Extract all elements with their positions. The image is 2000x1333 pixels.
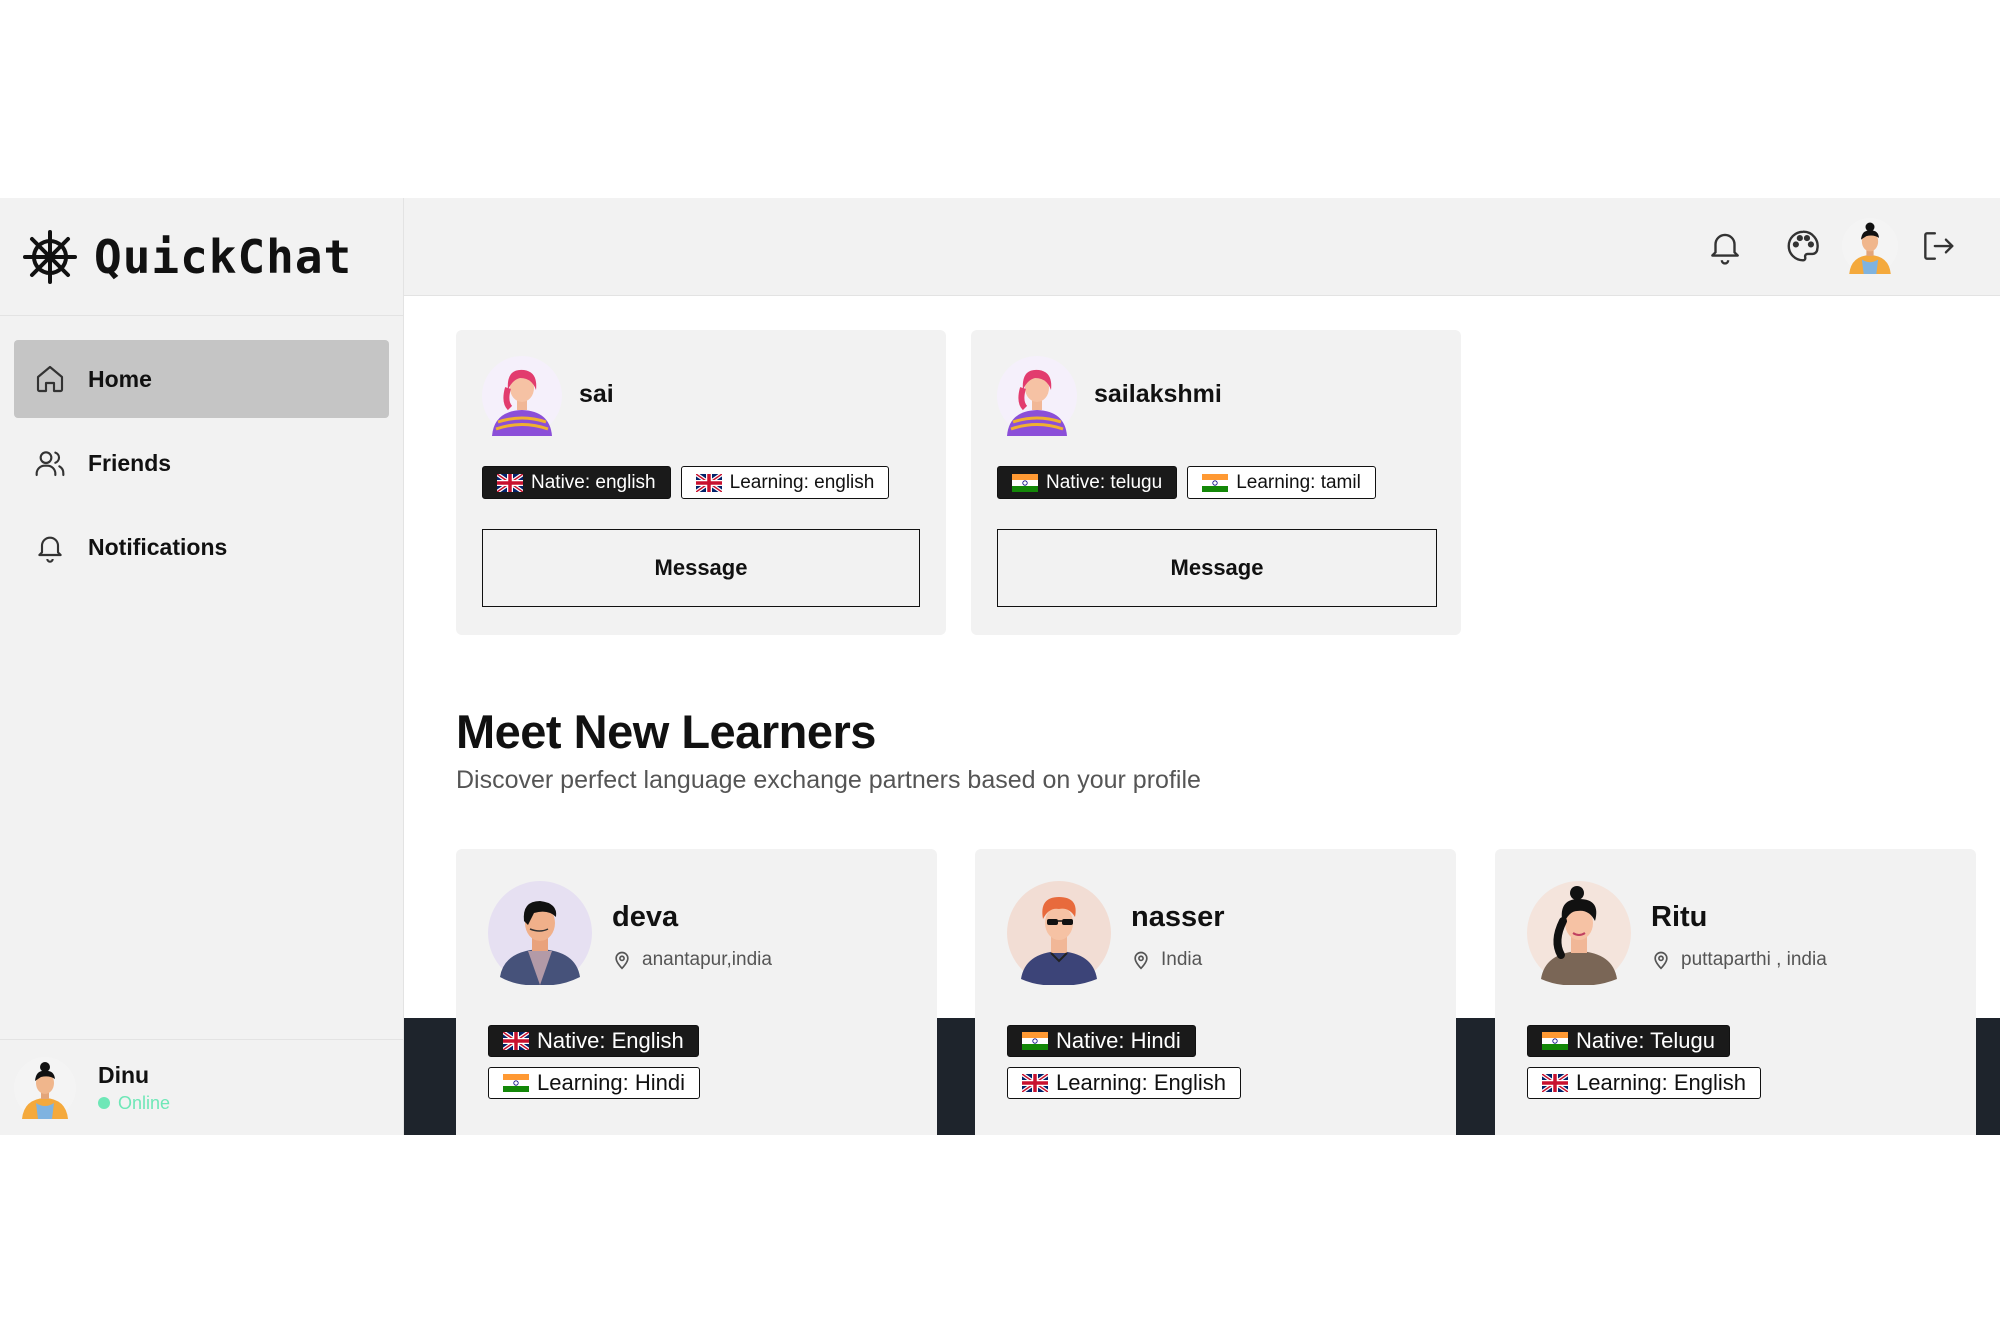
current-user[interactable]: Dinu Online [0,1039,403,1135]
map-pin-icon [615,951,629,970]
bell-icon [1711,233,1739,265]
friend-name: sailakshmi [1094,380,1222,408]
avatar [1842,218,1898,274]
avatar [1007,881,1111,985]
native-language-label: Native: Telugu [1576,1028,1716,1053]
india-flag-icon [1012,473,1038,492]
sidebar-item-label: Notifications [88,533,228,560]
logout-button[interactable] [1910,218,1966,274]
learning-language-label: Learning: English [1576,1070,1747,1095]
theme-button[interactable] [1775,218,1831,274]
native-language-label: Native: telugu [1046,471,1163,493]
india-flag-icon [1022,1032,1048,1050]
india-flag-icon [1202,473,1229,492]
native-language-badge: Native: English [488,1025,699,1057]
message-button[interactable]: Message [482,529,920,607]
logout-icon [1924,232,1954,260]
message-button[interactable]: Message [997,529,1437,607]
online-dot-icon [98,1097,110,1109]
sidebar-item-home[interactable]: Home [14,340,389,418]
language-tags: Native: telugu Learning: tamil [997,466,1376,499]
india-flag-icon [1542,1032,1568,1050]
native-language-label: Native: Hindi [1056,1028,1181,1053]
native-language-badge: Native: Telugu [1527,1025,1731,1057]
learning-language-badge: Learning: english [680,466,890,499]
native-language-badge: Native: Hindi [1007,1025,1196,1057]
learning-language-label: Learning: Hindi [537,1070,685,1095]
learner-location-label: India [1161,949,1203,970]
learner-name: Ritu [1651,901,1708,933]
user-name: Dinu [98,1061,150,1088]
uk-flag-icon [695,473,722,492]
sidebar-item-friends[interactable]: Friends [14,424,389,502]
learner-card: Ritu puttaparthi , india Native: Telugu … [1495,849,1976,1135]
friend-card: sai Native: english Learning: english Me… [456,330,946,635]
avatar [14,1056,76,1119]
home-icon [36,365,64,393]
learner-card: deva anantapur,india Native: English Lea… [456,849,937,1135]
main-content: sai Native: english Learning: english Me… [404,296,2000,1135]
avatar [488,881,592,985]
learning-language-label: Learning: tamil [1236,471,1361,493]
language-tags: Native: English Learning: Hindi [488,1025,700,1099]
sidebar-item-label: Home [88,365,152,392]
language-tags: Native: Telugu Learning: English [1527,1025,1762,1099]
learner-name: deva [612,901,679,933]
ship-wheel-icon [23,229,77,284]
native-language-badge: Native: english [482,466,671,499]
learner-location: anantapur,india [612,949,772,971]
sidebar: QuickChat Home Friends Notifications Din… [0,198,404,1135]
learner-location: India [1131,949,1202,971]
users-icon [35,451,65,477]
uk-flag-icon [1022,1074,1048,1092]
section-title: Meet New Learners [456,705,876,758]
sidebar-item-notifications[interactable]: Notifications [14,508,389,586]
india-flag-icon [503,1074,529,1092]
brand-name: QuickChat [94,229,353,284]
top-bar [404,198,2000,296]
native-language-badge: Native: telugu [997,466,1178,499]
native-language-label: Native: English [537,1028,684,1053]
user-meta: Dinu Online [98,1062,170,1114]
bell-icon [38,536,62,563]
user-status-label: Online [118,1092,171,1113]
brand[interactable]: QuickChat [0,198,403,316]
friend-name: sai [579,380,614,408]
avatar [482,356,562,436]
sidebar-item-label: Friends [88,449,172,476]
learning-language-badge: Learning: Hindi [488,1067,700,1099]
avatar [1527,881,1631,985]
map-pin-icon [1134,951,1148,970]
uk-flag-icon [1542,1074,1568,1092]
uk-flag-icon [497,473,523,492]
learning-language-label: Learning: English [1056,1070,1227,1095]
learning-language-badge: Learning: tamil [1187,466,1376,499]
map-pin-icon [1654,951,1668,970]
native-language-label: Native: english [531,471,656,493]
avatar [997,356,1077,436]
learner-location: puttaparthi , india [1651,949,1827,971]
notifications-button[interactable] [1697,218,1753,274]
friend-card: sailakshmi Native: telugu Learning: tami… [971,330,1461,635]
uk-flag-icon [503,1032,529,1050]
learner-card: nasser India Native: Hindi Learning: Eng… [975,849,1456,1135]
profile-avatar-button[interactable] [1842,218,1898,274]
learning-language-label: Learning: english [729,471,875,493]
learning-language-badge: Learning: English [1007,1067,1242,1099]
learner-location-label: anantapur,india [642,949,772,970]
section-subtitle: Discover perfect language exchange partn… [456,766,1201,794]
language-tags: Native: Hindi Learning: English [1007,1025,1242,1099]
learning-language-badge: Learning: English [1527,1067,1762,1099]
learner-name: nasser [1131,901,1225,933]
sidebar-nav: Home Friends Notifications [0,316,403,586]
palette-icon [1787,230,1819,262]
app-window: QuickChat Home Friends Notifications Din… [0,198,2000,1135]
user-status: Online [98,1093,170,1114]
language-tags: Native: english Learning: english [482,466,890,499]
learner-location-label: puttaparthi , india [1681,949,1827,970]
